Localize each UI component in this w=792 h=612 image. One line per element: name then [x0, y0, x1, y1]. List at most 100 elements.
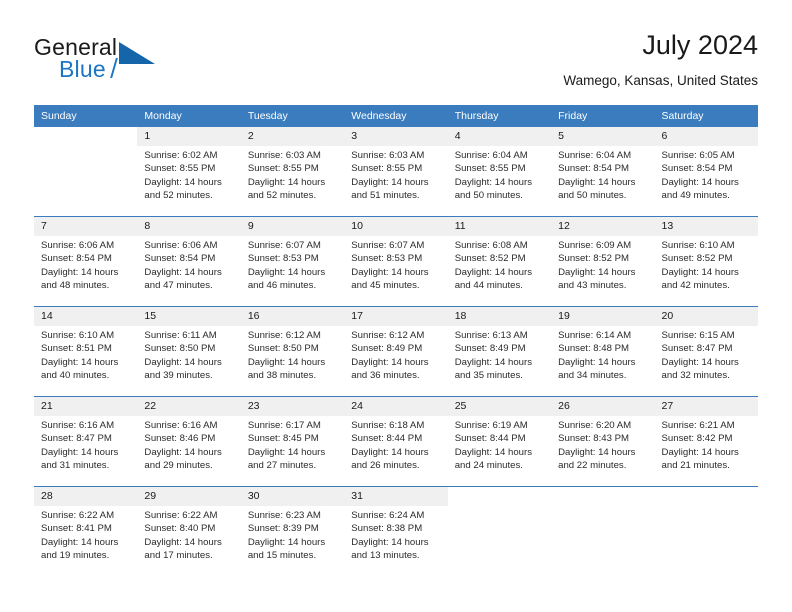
day-cell-inner: 17 Sunrise: 6:12 AM Sunset: 8:49 PM Dayligh…: [344, 307, 448, 396]
calendar-day-cell[interactable]: 23 Sunrise: 6:17 AM Sunset: 8:45 PM Dayligh…: [240, 396, 345, 487]
calendar-day-cell[interactable]: 18 Sunrise: 6:13 AM Sunset: 8:49 PM Dayligh…: [447, 306, 552, 397]
calendar-day-cell[interactable]: 21 Sunrise: 6:16 AM Sunset: 8:47 PM Dayligh…: [34, 396, 138, 487]
calendar-day-cell[interactable]: 5 Sunrise: 6:04 AM Sunset: 8:54 PM Daylight…: [551, 127, 655, 217]
calendar-day-cell[interactable]: 10 Sunrise: 6:07 AM Sunset: 8:53 PM Dayligh…: [344, 216, 448, 307]
calendar-day-cell[interactable]: 6 Sunrise: 6:05 AM Sunset: 8:54 PM Daylight…: [654, 127, 758, 217]
sunset-text: Sunset: 8:54 PM: [144, 253, 216, 265]
day-number: 5: [551, 127, 655, 146]
sunrise-text: Sunrise: 6:05 AM: [661, 150, 735, 161]
daylight-text-line2: and 31 minutes.: [41, 459, 110, 471]
daylight-text-line1: Daylight: 14 hours: [558, 356, 636, 368]
calendar-day-cell[interactable]: 24 Sunrise: 6:18 AM Sunset: 8:44 PM Dayligh…: [344, 396, 448, 487]
day-sun-info: Sunrise: 6:02 AM Sunset: 8:55 PM Daylight:…: [137, 146, 240, 202]
day-cell-inner: 1 Sunrise: 6:02 AM Sunset: 8:55 PM Daylight…: [137, 127, 241, 216]
calendar-day-cell[interactable]: 22 Sunrise: 6:16 AM Sunset: 8:46 PM Dayligh…: [137, 396, 241, 487]
day-sun-info: Sunrise: 6:18 AM Sunset: 8:44 PM Daylight:…: [344, 416, 447, 472]
calendar-day-cell[interactable]: 19 Sunrise: 6:14 AM Sunset: 8:48 PM Dayligh…: [551, 306, 655, 397]
sunset-text: Sunset: 8:54 PM: [41, 253, 112, 265]
calendar-day-cell[interactable]: 8 Sunrise: 6:06 AM Sunset: 8:54 PM Daylight…: [137, 216, 241, 307]
calendar-body: 1 Sunrise: 6:02 AM Sunset: 8:55 PM Daylight…: [34, 127, 758, 576]
calendar-day-cell[interactable]: 14 Sunrise: 6:10 AM Sunset: 8:51 PM Dayligh…: [34, 306, 138, 397]
daylight-text-line1: Daylight: 14 hours: [351, 446, 429, 458]
day-sun-info: Sunrise: 6:07 AM Sunset: 8:53 PM Daylight:…: [241, 236, 344, 292]
daylight-text-line2: and 48 minutes.: [41, 279, 110, 291]
daylight-text-line2: and 40 minutes.: [41, 369, 110, 381]
day-cell-inner: 4 Sunrise: 6:04 AM Sunset: 8:55 PM Daylight…: [447, 127, 552, 216]
day-number: 31: [344, 487, 448, 506]
day-sun-info: [551, 506, 654, 509]
calendar-day-cell[interactable]: 9 Sunrise: 6:07 AM Sunset: 8:53 PM Daylight…: [240, 216, 345, 307]
brand-name-blue: Blue: [59, 56, 106, 82]
daylight-text-line1: Daylight: 14 hours: [41, 356, 119, 368]
day-sun-info: [448, 506, 551, 509]
day-number: 30: [240, 487, 345, 506]
day-cell-inner: 6 Sunrise: 6:05 AM Sunset: 8:54 PM Daylight…: [654, 127, 758, 216]
calendar-week-row: 7 Sunrise: 6:06 AM Sunset: 8:54 PM Daylight…: [34, 216, 758, 307]
day-number: [447, 487, 552, 506]
day-cell-inner: 30 Sunrise: 6:23 AM Sunset: 8:39 PM Dayligh…: [240, 487, 345, 576]
day-cell-inner: [551, 487, 655, 576]
sunset-text: Sunset: 8:44 PM: [454, 433, 526, 445]
day-number: 16: [240, 307, 345, 326]
sunrise-text: Sunrise: 6:16 AM: [41, 420, 115, 431]
daylight-text-line1: Daylight: 14 hours: [41, 266, 119, 278]
day-cell-inner: 22 Sunrise: 6:16 AM Sunset: 8:46 PM Dayligh…: [137, 397, 241, 486]
sunrise-text: Sunrise: 6:02 AM: [144, 150, 218, 161]
calendar-day-cell[interactable]: 25 Sunrise: 6:19 AM Sunset: 8:44 PM Dayligh…: [447, 396, 552, 487]
sunrise-text: Sunrise: 6:03 AM: [247, 150, 321, 161]
daylight-text-line2: and 35 minutes.: [454, 369, 523, 381]
day-number: 25: [447, 397, 552, 416]
calendar-day-cell[interactable]: 12 Sunrise: 6:09 AM Sunset: 8:52 PM Dayligh…: [551, 216, 655, 307]
day-cell-inner: 7 Sunrise: 6:06 AM Sunset: 8:54 PM Daylight…: [34, 217, 138, 306]
day-cell-inner: 3 Sunrise: 6:03 AM Sunset: 8:55 PM Daylight…: [344, 127, 448, 216]
calendar-day-cell[interactable]: 1 Sunrise: 6:02 AM Sunset: 8:55 PM Daylight…: [137, 127, 241, 217]
title-block: July 2024 Wamego, Kansas, United States: [563, 28, 758, 91]
calendar-day-cell[interactable]: 20 Sunrise: 6:15 AM Sunset: 8:47 PM Dayligh…: [654, 306, 758, 397]
calendar-day-cell[interactable]: 27 Sunrise: 6:21 AM Sunset: 8:42 PM Dayligh…: [654, 396, 758, 487]
calendar-day-cell[interactable]: 15 Sunrise: 6:11 AM Sunset: 8:50 PM Dayligh…: [137, 306, 241, 397]
calendar-day-cell[interactable]: 28 Sunrise: 6:22 AM Sunset: 8:41 PM Dayligh…: [34, 486, 138, 576]
logo[interactable]: General Blue: [34, 34, 254, 92]
day-number: 21: [34, 397, 138, 416]
calendar-day-cell[interactable]: 13 Sunrise: 6:10 AM Sunset: 8:52 PM Dayligh…: [654, 216, 758, 307]
sunset-text: Sunset: 8:44 PM: [351, 433, 423, 445]
daylight-text-line1: Daylight: 14 hours: [144, 266, 222, 278]
calendar-day-cell[interactable]: 3 Sunrise: 6:03 AM Sunset: 8:55 PM Daylight…: [344, 127, 448, 217]
calendar-day-cell[interactable]: 30 Sunrise: 6:23 AM Sunset: 8:39 PM Dayligh…: [240, 486, 345, 576]
day-cell-inner: [447, 487, 552, 576]
calendar-day-cell[interactable]: 17 Sunrise: 6:12 AM Sunset: 8:49 PM Dayligh…: [344, 306, 448, 397]
day-number: [551, 487, 655, 506]
day-cell-inner: 18 Sunrise: 6:13 AM Sunset: 8:49 PM Dayligh…: [447, 307, 552, 396]
sunrise-text: Sunrise: 6:20 AM: [558, 420, 632, 431]
daylight-text-line2: and 38 minutes.: [247, 369, 317, 381]
calendar-day-cell[interactable]: 4 Sunrise: 6:04 AM Sunset: 8:55 PM Daylight…: [447, 127, 552, 217]
calendar-day-cell[interactable]: 16 Sunrise: 6:12 AM Sunset: 8:50 PM Dayligh…: [240, 306, 345, 397]
daylight-text-line1: Daylight: 14 hours: [144, 356, 222, 368]
calendar-day-cell[interactable]: 7 Sunrise: 6:06 AM Sunset: 8:54 PM Daylight…: [34, 216, 138, 307]
sunset-text: Sunset: 8:45 PM: [247, 433, 319, 445]
day-cell-inner: 16 Sunrise: 6:12 AM Sunset: 8:50 PM Dayligh…: [240, 307, 345, 396]
calendar-day-cell[interactable]: 11 Sunrise: 6:08 AM Sunset: 8:52 PM Dayligh…: [447, 216, 552, 307]
day-cell-inner: 8 Sunrise: 6:06 AM Sunset: 8:54 PM Daylight…: [137, 217, 241, 306]
calendar-day-cell[interactable]: 26 Sunrise: 6:20 AM Sunset: 8:43 PM Dayligh…: [551, 396, 655, 487]
sunrise-text: Sunrise: 6:22 AM: [41, 510, 115, 521]
day-number: [34, 127, 138, 146]
daylight-text-line2: and 47 minutes.: [144, 279, 213, 291]
sunrise-text: Sunrise: 6:07 AM: [351, 240, 425, 251]
daylight-text-line1: Daylight: 14 hours: [41, 536, 119, 548]
day-number: 28: [34, 487, 138, 506]
calendar-day-cell[interactable]: 29 Sunrise: 6:22 AM Sunset: 8:40 PM Dayligh…: [137, 486, 241, 576]
day-number: 1: [137, 127, 241, 146]
page-subtitle: Wamego, Kansas, United States: [563, 73, 758, 88]
sunset-text: Sunset: 8:40 PM: [144, 523, 216, 535]
sunset-text: Sunset: 8:55 PM: [247, 163, 319, 175]
day-number: 20: [654, 307, 758, 326]
daylight-text-line2: and 39 minutes.: [144, 369, 213, 381]
sunset-text: Sunset: 8:47 PM: [661, 343, 733, 355]
calendar-day-cell[interactable]: 2 Sunrise: 6:03 AM Sunset: 8:55 PM Daylight…: [240, 127, 345, 217]
day-cell-inner: 14 Sunrise: 6:10 AM Sunset: 8:51 PM Dayligh…: [34, 307, 138, 396]
sunrise-text: Sunrise: 6:23 AM: [247, 510, 321, 521]
day-number: 13: [654, 217, 758, 236]
day-sun-info: Sunrise: 6:12 AM Sunset: 8:50 PM Daylight:…: [241, 326, 344, 382]
calendar-day-cell[interactable]: 31 Sunrise: 6:24 AM Sunset: 8:38 PM Dayligh…: [344, 486, 448, 576]
